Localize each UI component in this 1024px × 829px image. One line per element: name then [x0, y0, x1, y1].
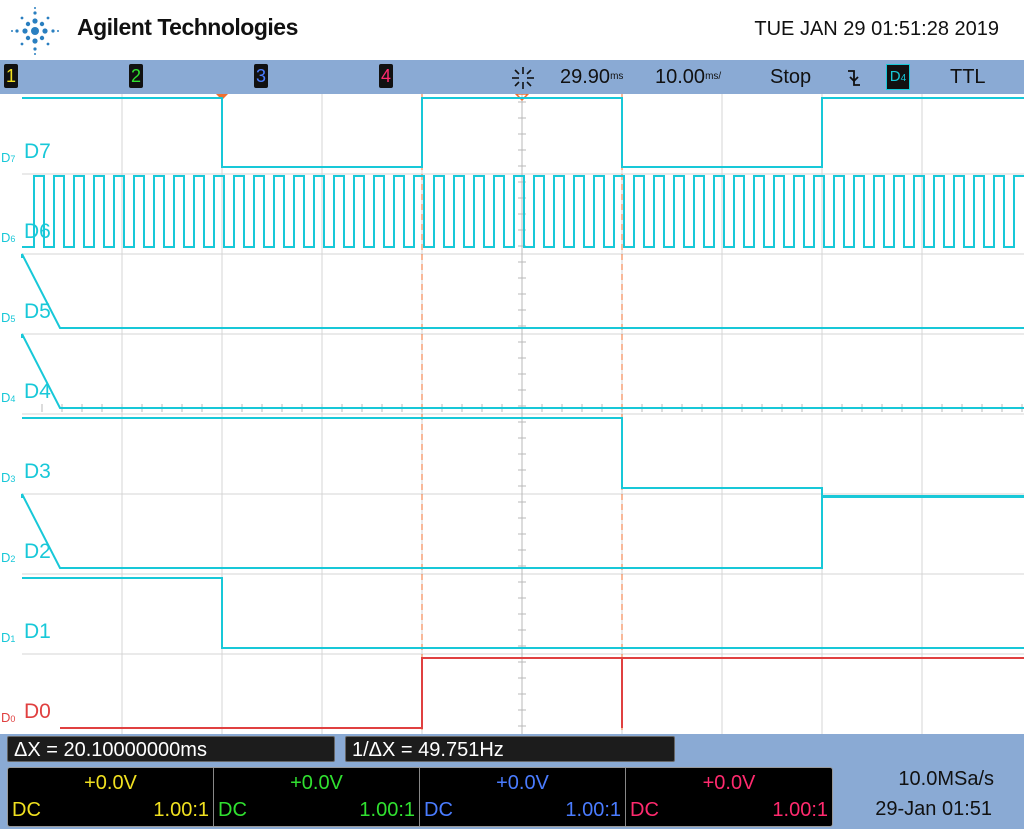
- channel-settings-box: +0.0V DC 1.00:1 +0.0V DC 1.00:1 +0.0V DC…: [7, 767, 833, 827]
- trace-d1: [22, 577, 1024, 649]
- channel-2-coupling: DC: [218, 799, 247, 821]
- channel-2-button[interactable]: 2: [129, 64, 143, 88]
- timebase-readout[interactable]: 10.00ms/: [655, 64, 721, 90]
- channel-marker-d4[interactable]: D4: [1, 390, 15, 405]
- falling-edge-icon: [848, 70, 860, 86]
- channel-2-probe: 1.00:1: [359, 799, 415, 821]
- channel-1-button[interactable]: 1: [4, 64, 18, 88]
- channel-marker-letter: D: [1, 390, 11, 405]
- channel-marker-index: 6: [10, 234, 16, 244]
- trace-d3: [22, 417, 1024, 497]
- channel-marker-index: 3: [10, 474, 16, 484]
- date-stamp: 29-Jan 01:51: [875, 798, 992, 820]
- status-bar: 1 2 3 4 29.90ms 10.00ms/ Stop D4 TTL: [0, 60, 1024, 94]
- channel-1-settings[interactable]: +0.0V DC 1.00:1: [8, 768, 214, 826]
- channel-4-button[interactable]: 4: [379, 64, 393, 88]
- channel-3-button[interactable]: 3: [254, 64, 268, 88]
- timebase-value: 10.00: [655, 66, 706, 88]
- trace-d2: [21, 493, 1024, 569]
- channel-marker-letter: D: [1, 630, 11, 645]
- channel-2-settings[interactable]: +0.0V DC 1.00:1: [214, 768, 420, 826]
- channel-4-coupling: DC: [630, 799, 659, 821]
- channel-marker-d2[interactable]: D2: [1, 550, 15, 565]
- trace-d5: [21, 253, 1024, 329]
- channel-label-d6: D6: [24, 220, 51, 243]
- channel-label-d2: D2: [24, 540, 51, 563]
- header-datetime: TUE JAN 29 01:51:28 2019: [754, 18, 999, 40]
- channel-marker-d3[interactable]: D3: [1, 470, 15, 485]
- channel-marker-index: 0: [10, 714, 16, 724]
- channel-marker-letter: D: [1, 470, 11, 485]
- bottom-panel: ΔX = 20.10000000ms 1/ΔX = 49.751Hz +0.0V…: [0, 734, 1024, 829]
- inverse-delta-x-readout[interactable]: 1/ΔX = 49.751Hz: [345, 736, 675, 762]
- channel-2-offset: +0.0V: [290, 772, 343, 794]
- trigger-source-button[interactable]: D4: [886, 64, 910, 90]
- channel-marker-index: 7: [10, 154, 16, 164]
- channel-marker-d1[interactable]: D1: [1, 630, 15, 645]
- trace-d0: [60, 657, 1024, 729]
- channel-marker-letter: D: [1, 150, 11, 165]
- channel-3-probe: 1.00:1: [565, 799, 621, 821]
- trigger-source-sub: 4: [900, 73, 907, 84]
- waveform-display[interactable]: D7 D7 D6 D6 D5 D5 D4 D4 D3 D3 D2 D2 D1 D1 D0 D0: [0, 93, 1024, 734]
- delay-value: 29.90: [560, 66, 611, 88]
- channel-3-offset: +0.0V: [496, 772, 549, 794]
- channel-4-settings[interactable]: +0.0V DC 1.00:1: [626, 768, 832, 826]
- run-state[interactable]: Stop: [770, 64, 811, 90]
- delay-readout[interactable]: 29.90ms: [560, 64, 623, 90]
- sample-rate: 10.0MSa/s: [898, 768, 994, 790]
- channel-label-d7: D7: [24, 140, 51, 163]
- channel-label-d5: D5: [24, 300, 51, 323]
- channel-marker-letter: D: [1, 230, 11, 245]
- trace-d4: [21, 333, 1024, 409]
- brand-name: Agilent Technologies: [77, 14, 298, 40]
- agilent-spark-icon: [11, 7, 59, 55]
- channel-1-probe: 1.00:1: [153, 799, 209, 821]
- channel-4-offset: +0.0V: [702, 772, 756, 794]
- threshold-readout[interactable]: TTL: [950, 64, 986, 90]
- channel-marker-d0[interactable]: D0: [1, 710, 15, 725]
- header: Agilent Technologies TUE JAN 29 01:51:28…: [0, 0, 1024, 60]
- channel-1-offset: +0.0V: [84, 772, 137, 794]
- delay-star-icon: [512, 67, 534, 89]
- channel-3-coupling: DC: [424, 799, 453, 821]
- channel-marker-index: 4: [10, 394, 16, 404]
- channel-marker-d5[interactable]: D5: [1, 310, 15, 325]
- channel-4-probe: 1.00:1: [772, 799, 828, 821]
- channel-marker-d7[interactable]: D7: [1, 150, 15, 165]
- channel-label-d1: D1: [24, 620, 51, 643]
- channel-label-d0: D0: [24, 700, 51, 723]
- trace-d6: [22, 175, 1024, 248]
- waveform-canvas: [21, 93, 1024, 734]
- channel-3-settings[interactable]: +0.0V DC 1.00:1: [420, 768, 626, 826]
- trigger-source: D: [889, 68, 901, 85]
- trace-d7: [22, 97, 1024, 168]
- channel-marker-index: 5: [10, 314, 16, 324]
- delay-unit: ms: [610, 71, 624, 82]
- channel-marker-index: 2: [10, 554, 16, 564]
- channel-label-d3: D3: [24, 460, 51, 483]
- channel-marker-letter: D: [1, 310, 11, 325]
- channel-1-coupling: DC: [12, 799, 41, 821]
- channel-marker-index: 1: [10, 634, 16, 644]
- delta-x-readout[interactable]: ΔX = 20.10000000ms: [7, 736, 335, 762]
- channel-label-d4: D4: [24, 380, 51, 403]
- channel-marker-letter: D: [1, 550, 11, 565]
- channel-marker-letter: D: [1, 710, 11, 725]
- timebase-unit: ms/: [705, 71, 722, 82]
- channel-marker-d6[interactable]: D6: [1, 230, 15, 245]
